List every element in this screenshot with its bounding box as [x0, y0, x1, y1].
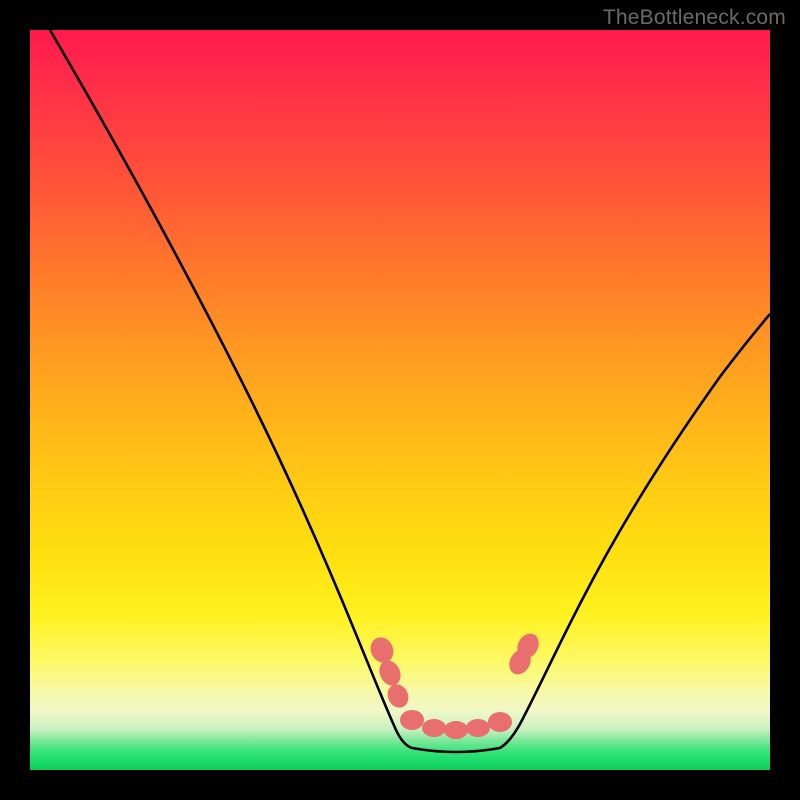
- marker-dot: [384, 681, 412, 711]
- marker-dot: [466, 719, 490, 737]
- plot-area: [30, 30, 770, 770]
- chart-svg: [30, 30, 770, 770]
- marker-dot: [488, 712, 512, 732]
- marker-dot: [367, 634, 398, 667]
- bottleneck-curve-left: [50, 30, 412, 748]
- marker-dot: [422, 719, 446, 737]
- chart-frame: TheBottleneck.com: [0, 0, 800, 800]
- watermark-text: TheBottleneck.com: [603, 6, 786, 30]
- marker-group-left: [367, 634, 413, 712]
- marker-group-trough: [400, 710, 512, 739]
- marker-dot: [444, 721, 468, 739]
- marker-group-right: [505, 630, 543, 678]
- bottleneck-curve-trough: [412, 748, 500, 752]
- marker-dot: [400, 710, 424, 730]
- bottleneck-curve-right: [500, 314, 770, 748]
